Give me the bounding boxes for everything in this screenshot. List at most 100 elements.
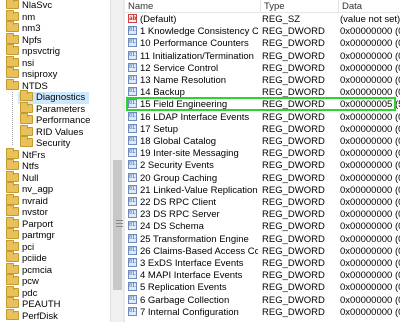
folder-icon <box>6 78 19 90</box>
tree-item-label: npsvctrig <box>22 46 61 57</box>
binary-value-icon: 011 <box>128 148 137 158</box>
registry-values-list[interactable]: Name Type Data ab (Default) REG_SZ (value n… <box>125 0 400 322</box>
value-data: 0x00000000 (0) <box>340 306 400 318</box>
binary-value-icon: 011 <box>128 99 137 109</box>
value-name-cell: 01121 Linked-Value Replication <box>128 184 258 197</box>
registry-value-row[interactable]: 0114 MAPI Interface Events REG_DWORD 0x000… <box>125 270 400 282</box>
folder-icon <box>20 136 33 147</box>
registry-value-row[interactable]: 01113 Name Resolution REG_DWORD 0x00000000… <box>125 75 400 87</box>
registry-value-row[interactable]: 01115 Field Engineering REG_DWORD 0x000000… <box>125 99 400 111</box>
binary-value-icon: 011 <box>128 75 137 84</box>
registry-value-row[interactable]: 01123 DS RPC Server REG_DWORD 0x00000000 (… <box>125 209 400 221</box>
column-header-data[interactable]: Data <box>339 0 400 13</box>
registry-value-row[interactable]: 01119 Inter-site Messaging REG_DWORD 0x000… <box>125 148 400 160</box>
value-type: REG_DWORD <box>262 123 325 135</box>
tree-item-diagnostics[interactable]: Diagnostics <box>18 90 90 104</box>
tree-item-label: Parport <box>22 218 54 230</box>
tree-item-label: Security <box>36 138 71 149</box>
value-name: 12 Service Control <box>140 62 219 74</box>
registry-value-row[interactable]: 01126 Claims-Based Access Control REG_DWO… <box>125 245 400 258</box>
tree-item-peauth[interactable]: PEAUTH <box>6 297 61 311</box>
tree-item-security[interactable]: Security <box>20 136 71 150</box>
binary-value-icon: 011 <box>128 38 137 48</box>
registry-value-row[interactable]: 01120 Group Caching REG_DWORD 0x00000000 (… <box>125 172 400 185</box>
binary-value-icon: 011 <box>128 221 137 231</box>
binary-value-icon: 011 <box>128 306 137 316</box>
registry-key-tree[interactable]: NlaSvc nm nm3 Npfs npsvctrig nsi nsiproxy NTDS D… <box>0 0 110 322</box>
value-type: REG_DWORD <box>262 294 325 306</box>
value-name: 14 Backup <box>140 87 185 99</box>
tree-item-label: pciide <box>22 253 47 264</box>
registry-value-row[interactable]: 01125 Transformation Engine REG_DWORD 0x00… <box>125 233 400 246</box>
folder-icon <box>6 285 19 297</box>
value-name: 19 Inter-site Messaging <box>140 148 239 160</box>
registry-value-row[interactable]: 01117 Setup REG_DWORD 0x00000000 (0) <box>125 123 400 136</box>
value-data: 0x00000000 (0) <box>340 197 400 208</box>
value-type: REG_DWORD <box>262 306 325 318</box>
value-data: 0x00000000 (0) <box>340 270 400 282</box>
tree-item-label: nsiproxy <box>22 69 58 80</box>
registry-value-row[interactable]: 01118 Global Catalog REG_DWORD 0x00000000 … <box>125 136 400 148</box>
column-header-type[interactable]: Type <box>261 0 339 13</box>
column-header-name[interactable]: Name <box>125 0 261 13</box>
tree-item-rid-values[interactable]: RID Values <box>20 124 83 139</box>
value-name-cell: 0114 MAPI Interface Events <box>128 270 258 282</box>
value-type: REG_DWORD <box>262 62 325 74</box>
registry-value-row[interactable]: 01116 LDAP Interface Events REG_DWORD 0x00… <box>125 111 400 124</box>
registry-value-row[interactable]: 0117 Internal Configuration REG_DWORD 0x00… <box>125 306 400 319</box>
value-name-cell: 0112 Security Events <box>128 160 258 172</box>
value-name: 6 Garbage Collection <box>140 294 230 306</box>
registry-value-row[interactable]: 01124 DS Schema REG_DWORD 0x00000000 (0) <box>125 221 400 233</box>
binary-value-icon: 011 <box>128 111 137 121</box>
thumb-grip <box>116 223 123 224</box>
folder-icon <box>6 0 19 9</box>
registry-value-row[interactable]: 0112 Security Events REG_DWORD 0x00000000 … <box>125 160 400 172</box>
registry-value-row[interactable]: 01114 Backup REG_DWORD 0x00000000 (0) <box>125 87 400 99</box>
folder-icon <box>6 216 19 228</box>
value-type: REG_DWORD <box>262 209 325 221</box>
binary-value-icon: 011 <box>128 258 137 267</box>
folder-icon <box>6 21 19 32</box>
registry-value-row[interactable]: 01111 Initialization/Termination REG_DWOR… <box>125 50 400 63</box>
registry-value-row[interactable]: 0113 ExDS Interface Events REG_DWORD 0x000… <box>125 258 400 270</box>
folder-icon <box>6 193 19 205</box>
registry-value-row[interactable]: 01110 Performance Counters REG_DWORD 0x000… <box>125 38 400 50</box>
value-data: 0x00000000 (0) <box>340 233 400 245</box>
value-data: 0x00000000 (0) <box>340 123 400 135</box>
value-name-cell: 0117 Internal Configuration <box>128 306 258 319</box>
tree-item-performance[interactable]: Performance <box>20 113 90 127</box>
value-name: 7 Internal Configuration <box>140 306 239 318</box>
binary-value-icon: 011 <box>128 123 137 133</box>
registry-value-row[interactable]: 01121 Linked-Value Replication REG_DWORD 0… <box>125 184 400 197</box>
value-name: 25 Transformation Engine <box>140 233 249 245</box>
value-name-cell: 0115 Replication Events <box>128 282 258 294</box>
value-name-cell: 01126 Claims-Based Access Control <box>128 245 258 258</box>
tree-item-label: NtFrs <box>22 149 46 161</box>
folder-icon <box>20 101 33 113</box>
binary-value-icon: 011 <box>128 87 137 97</box>
tree-item-perfdisk[interactable]: PerfDisk <box>6 308 58 322</box>
value-name-cell: 01125 Transformation Engine <box>128 233 258 246</box>
tree-item-label: nvraid <box>22 195 48 207</box>
folder-icon <box>6 205 19 216</box>
value-name: 16 LDAP Interface Events <box>140 111 250 123</box>
tree-item-npsvctrig[interactable]: npsvctrig <box>6 44 61 58</box>
registry-value-row[interactable]: 01122 DS RPC Client REG_DWORD 0x00000000 (… <box>125 197 400 209</box>
scrollbar-thumb[interactable] <box>113 160 123 290</box>
registry-value-row[interactable]: ab (Default) REG_SZ (value not set) <box>125 14 400 26</box>
binary-value-icon: 011 <box>128 160 137 170</box>
tree-item-label: NlaSvc <box>22 0 53 11</box>
tree-item-parameters[interactable]: Parameters <box>20 101 86 116</box>
registry-value-row[interactable]: 0111 Knowledge Consistency Checker REG_DW… <box>125 26 400 38</box>
folder-icon <box>6 182 19 193</box>
registry-value-row[interactable]: 01112 Service Control REG_DWORD 0x00000000… <box>125 62 400 75</box>
tree-vertical-scrollbar[interactable] <box>110 0 123 322</box>
value-name: 5 Replication Events <box>140 282 227 294</box>
tree-item-label: Ntfs <box>22 161 39 172</box>
value-type: REG_DWORD <box>262 258 325 269</box>
binary-value-icon: 011 <box>128 233 137 243</box>
value-name: 15 Field Engineering <box>140 99 228 111</box>
registry-value-row[interactable]: 0116 Garbage Collection REG_DWORD 0x000000… <box>125 294 400 307</box>
tree-item-label: Parameters <box>36 103 86 115</box>
registry-value-row[interactable]: 0115 Replication Events REG_DWORD 0x000000… <box>125 282 400 294</box>
